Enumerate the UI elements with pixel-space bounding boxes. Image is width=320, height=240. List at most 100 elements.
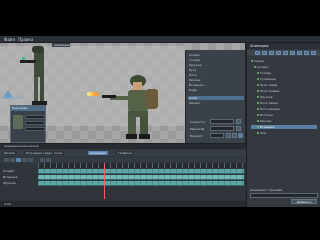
menu-file[interactable]: Файл xyxy=(4,37,15,42)
tree-item-label: Рука правая xyxy=(260,89,280,93)
tree-item[interactable]: Рюкзак xyxy=(251,119,317,123)
tree-item[interactable]: Ботинок xyxy=(251,113,317,117)
eye-icon[interactable] xyxy=(283,51,288,55)
tree-item[interactable]: Оружие xyxy=(251,95,317,99)
tree-item[interactable]: Нога правая xyxy=(251,107,317,111)
watermark-text: ANIMATE xyxy=(3,96,23,100)
lock-icon[interactable] xyxy=(290,51,295,55)
tree-item-label: Солдат xyxy=(257,65,269,69)
visibility-icon[interactable] xyxy=(257,114,259,116)
visibility-icon[interactable] xyxy=(257,96,259,98)
playhead[interactable] xyxy=(104,163,105,199)
tree-item-label: Нога правая xyxy=(260,107,280,111)
scale-field[interactable] xyxy=(210,126,234,131)
timeline-tab[interactable]: Ключевые кадры xyxy=(24,151,56,155)
link-icon[interactable] xyxy=(276,51,281,55)
speed-label: Скорость xyxy=(190,120,205,124)
rotation-button-a[interactable] xyxy=(226,133,231,138)
tree-item[interactable]: Рука левая xyxy=(251,83,317,87)
visibility-icon[interactable] xyxy=(254,66,256,68)
prop-item[interactable]: Объект xyxy=(189,101,201,105)
character-mini-panel[interactable]: Персонаж xyxy=(10,105,46,143)
visibility-icon[interactable] xyxy=(257,132,259,134)
forward-icon[interactable] xyxy=(28,158,33,162)
prev-frame-icon[interactable] xyxy=(10,158,15,162)
timeline-tab[interactable]: Шкала xyxy=(2,151,17,155)
prop-item[interactable]: Вспышка xyxy=(189,83,203,87)
tree-item-label: Рюкзак xyxy=(260,119,272,123)
timeline-tab[interactable]: Анимация xyxy=(88,151,108,155)
add-icon[interactable] xyxy=(255,51,260,55)
key-icon[interactable] xyxy=(46,158,51,162)
track-label[interactable]: Оружие xyxy=(3,181,37,186)
menu-edit[interactable]: Правка xyxy=(18,37,33,42)
visibility-icon[interactable] xyxy=(257,126,259,128)
prop-item[interactable]: Кадр xyxy=(189,88,197,92)
track-label[interactable]: Вспышка xyxy=(3,175,37,180)
soldier-left[interactable] xyxy=(20,43,60,113)
copy-icon[interactable] xyxy=(269,51,274,55)
character-thumbnail[interactable] xyxy=(13,115,23,129)
animation-name-field[interactable] xyxy=(250,193,318,198)
visibility-icon[interactable] xyxy=(257,78,259,80)
scale-button[interactable] xyxy=(236,126,241,131)
track-keyframes[interactable] xyxy=(38,169,244,174)
prop-item[interactable]: Голова xyxy=(189,58,200,62)
tree-item[interactable]: Рука правая xyxy=(251,89,317,93)
visibility-icon[interactable] xyxy=(257,84,259,86)
menu-icon[interactable] xyxy=(304,51,309,55)
soldier-main[interactable] xyxy=(100,73,170,141)
tree-item[interactable]: Туловище xyxy=(251,77,317,81)
tree-item-label: Вспышка xyxy=(260,125,275,129)
menu-bar: Файл Правка xyxy=(0,36,320,43)
add-animation-button[interactable]: Добавить xyxy=(291,199,317,204)
document-tab[interactable]: Анимация xyxy=(52,43,70,47)
visibility-icon[interactable] xyxy=(257,108,259,110)
loop-icon[interactable] xyxy=(40,158,45,162)
visibility-icon[interactable] xyxy=(257,90,259,92)
visibility-icon[interactable] xyxy=(257,120,259,122)
scale-label: Масштаб xyxy=(190,127,205,131)
rotation-field[interactable] xyxy=(210,133,224,138)
prop-item[interactable]: Рюкзак xyxy=(189,78,200,82)
tree-item[interactable]: Вспышка xyxy=(251,125,317,129)
next-frame-icon[interactable] xyxy=(22,158,27,162)
mini-field[interactable] xyxy=(25,121,45,125)
visibility-icon[interactable] xyxy=(257,102,259,104)
settings-icon[interactable] xyxy=(297,51,302,55)
timeline-tab[interactable]: Слои xyxy=(52,151,64,155)
prop-item[interactable]: Рука xyxy=(189,68,196,72)
prop-item[interactable]: Слой xyxy=(189,96,197,100)
prop-item[interactable]: Солдат xyxy=(189,53,201,57)
prop-item[interactable]: Нога xyxy=(189,73,197,77)
timeline-time: 0:00 xyxy=(4,202,11,206)
timeline-tab[interactable]: Графики xyxy=(116,151,134,155)
rotation-button-c[interactable] xyxy=(238,133,243,138)
tree-item[interactable]: Солдат xyxy=(251,65,317,69)
rotation-button-b[interactable] xyxy=(232,133,237,138)
tree-item[interactable]: Фон xyxy=(251,131,317,135)
tree-item-label: Фон xyxy=(260,131,267,135)
timeline-ruler[interactable] xyxy=(38,163,246,168)
scene-tree-tab[interactable]: Анимация xyxy=(250,44,269,48)
tree-item-label: Ботинок xyxy=(260,113,274,117)
delete-icon[interactable] xyxy=(311,51,316,55)
folder-icon[interactable] xyxy=(262,51,267,55)
tree-item[interactable]: Сцена xyxy=(251,59,317,63)
speed-button[interactable] xyxy=(236,119,241,124)
play-icon[interactable] xyxy=(16,158,21,162)
bottom-letterbox xyxy=(0,207,320,240)
watermark: ANIMATE xyxy=(3,90,35,102)
prop-item[interactable]: Оружие xyxy=(189,63,202,67)
track-keyframes[interactable] xyxy=(38,175,244,180)
track-label[interactable]: Солдат xyxy=(3,169,37,174)
mini-field[interactable] xyxy=(25,115,45,119)
speed-field[interactable] xyxy=(210,119,234,124)
visibility-icon[interactable] xyxy=(251,60,253,62)
visibility-icon[interactable] xyxy=(257,72,259,74)
tree-item[interactable]: Нога левая xyxy=(251,101,317,105)
rewind-icon[interactable] xyxy=(4,158,9,162)
mini-field[interactable] xyxy=(25,127,45,131)
tree-item[interactable]: Голова xyxy=(251,71,317,75)
track-keyframes[interactable] xyxy=(38,181,244,186)
